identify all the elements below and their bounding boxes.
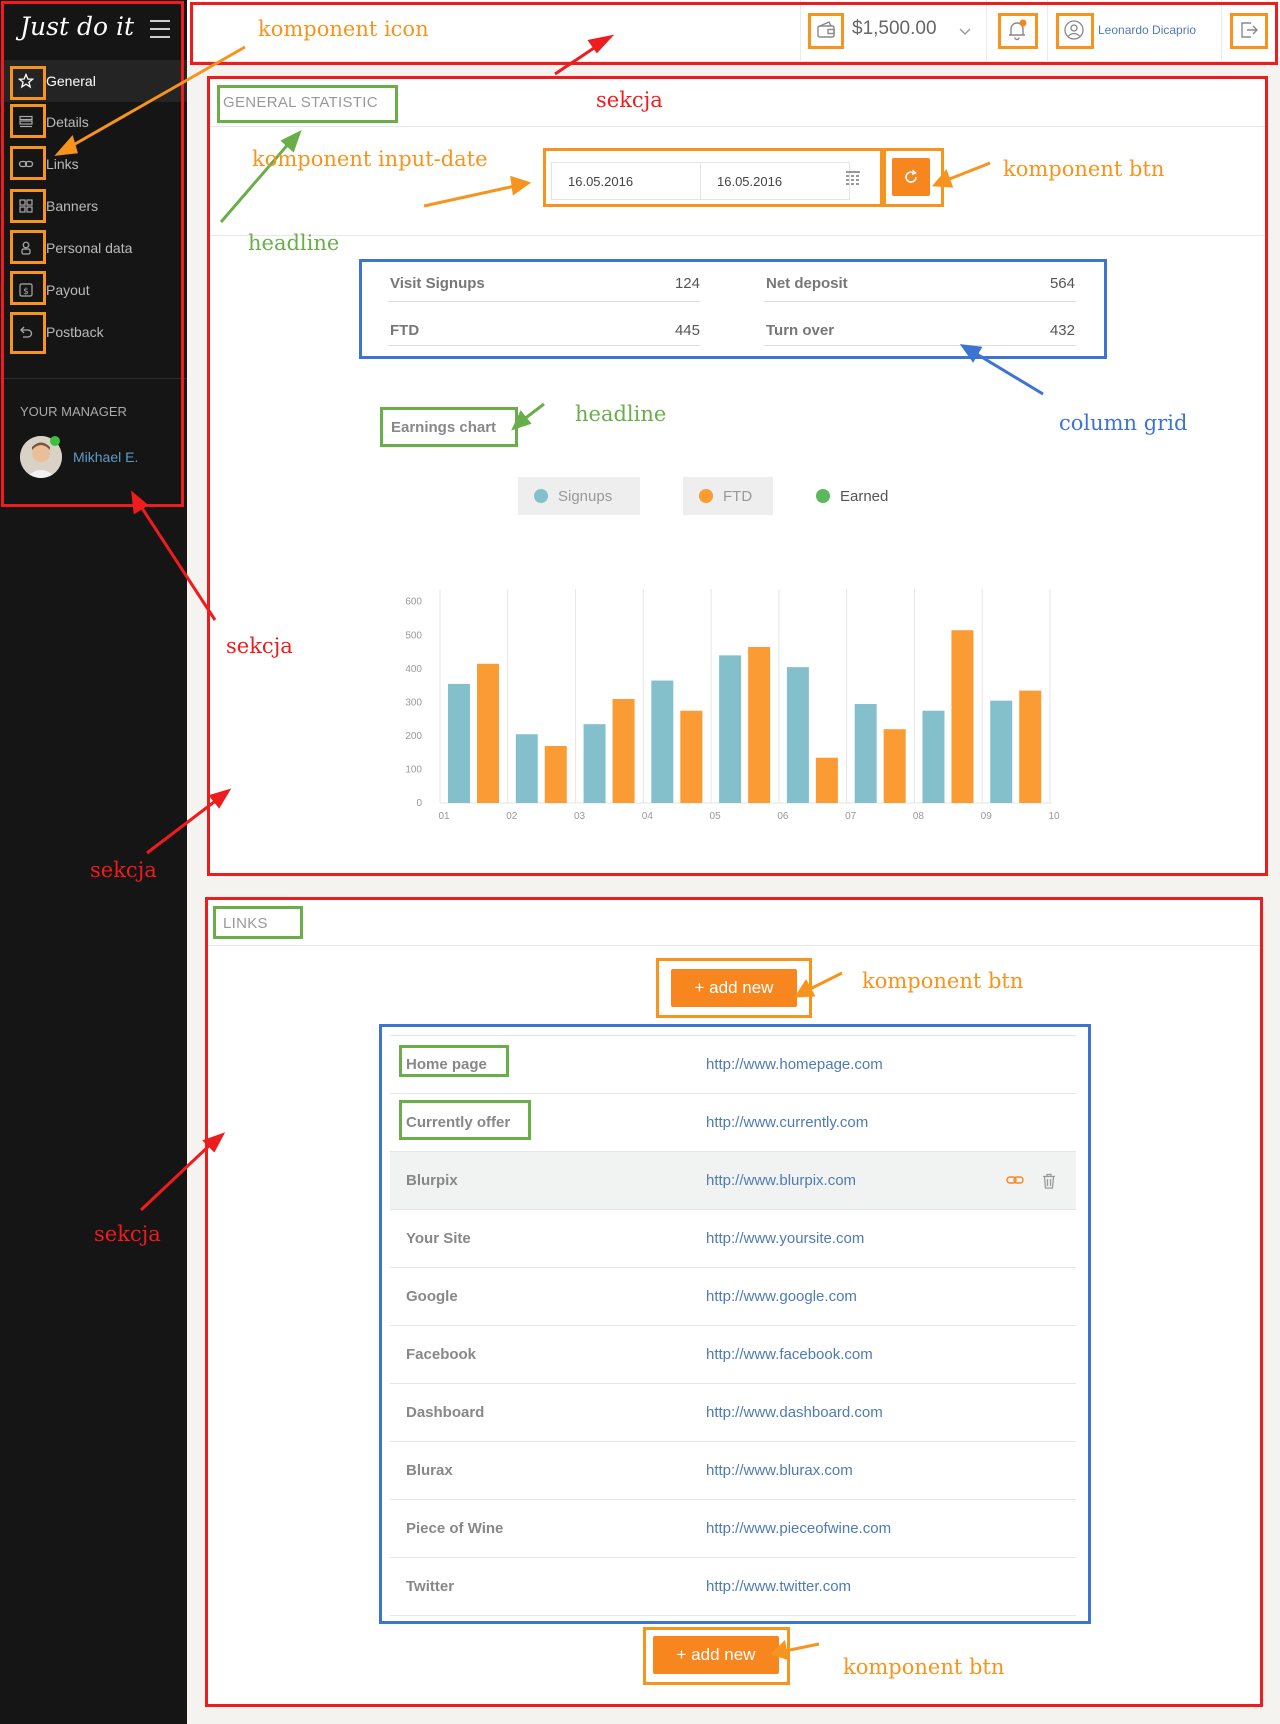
annotation-label: headline [575, 402, 667, 426]
annotation-label: headline [248, 231, 340, 255]
annotation-label: sekcja [596, 88, 663, 112]
annotation-label: column grid [1059, 411, 1188, 435]
annotation-label: komponent btn [862, 969, 1024, 993]
annotation-label: komponent btn [843, 1655, 1005, 1679]
annotation-label: sekcja [90, 858, 157, 882]
annotation-label: komponent icon [258, 17, 429, 41]
annotation-label: komponent btn [1003, 157, 1165, 181]
annotation-label: sekcja [226, 634, 293, 658]
annotation-label: komponent input-date [252, 147, 488, 171]
annotation-arrows [54, 34, 1044, 1661]
annotation-label: sekcja [94, 1222, 161, 1246]
